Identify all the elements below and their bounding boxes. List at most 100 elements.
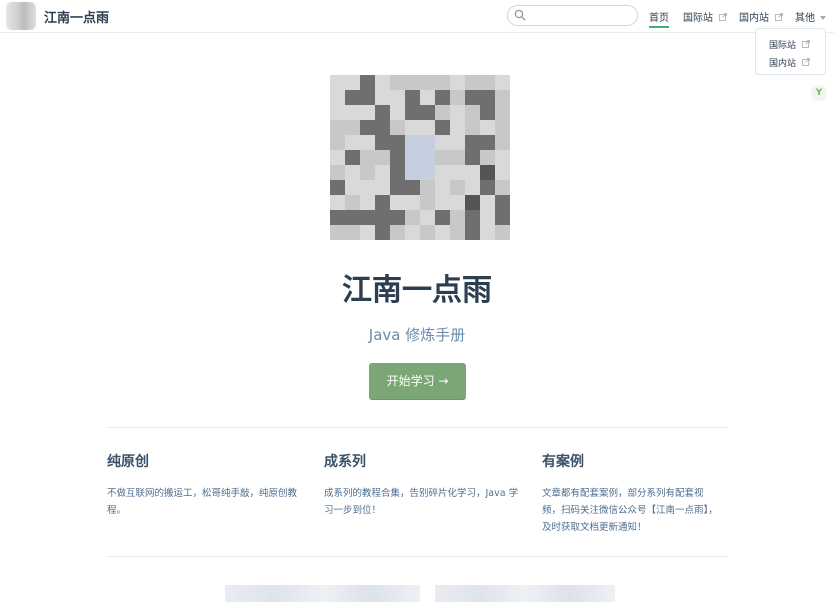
mosaic-cell (420, 195, 435, 210)
site-name[interactable]: 江南一点雨 (44, 7, 109, 26)
mosaic-cell (360, 150, 375, 165)
dropdown-item-domestic[interactable]: 国内站 (769, 56, 810, 69)
mosaic-cell (390, 120, 405, 135)
mosaic-cell (405, 105, 420, 120)
mosaic-cell (450, 165, 465, 180)
mosaic-cell (480, 195, 495, 210)
mosaic-cell (495, 105, 510, 120)
divider (107, 427, 727, 428)
mosaic-cell (495, 150, 510, 165)
dropdown-item-label: 国内站 (769, 59, 797, 69)
mosaic-cell (390, 195, 405, 210)
hero-title: 江南一点雨 (342, 273, 492, 308)
nav-international[interactable]: 国际站 (683, 9, 728, 24)
mosaic-cell (450, 75, 465, 90)
mosaic-cell (465, 135, 480, 150)
search-icon (514, 9, 526, 21)
mosaic-cell (495, 135, 510, 150)
feature-series: 成系列 成系列的教程合集，告别碎片化学习，Java 学习一步到位！ (324, 451, 519, 519)
mosaic-cell (345, 135, 360, 150)
nav-home-label: 首页 (649, 13, 669, 24)
mosaic-cell (345, 180, 360, 195)
mosaic-cell (420, 75, 435, 90)
mosaic-cell (450, 210, 465, 225)
site-logo[interactable] (6, 2, 36, 30)
mosaic-cell (465, 150, 480, 165)
feature-title: 有案例 (542, 454, 584, 470)
search-input[interactable] (507, 5, 638, 26)
nav-home[interactable]: 首页 (649, 9, 669, 28)
side-badge-icon[interactable]: Y (811, 85, 827, 101)
mosaic-cell (420, 165, 435, 180)
mosaic-cell (480, 75, 495, 90)
dropdown-item-label: 国际站 (769, 41, 797, 51)
mosaic-cell (360, 225, 375, 240)
mosaic-cell (465, 90, 480, 105)
mosaic-cell (405, 120, 420, 135)
mosaic-cell (375, 135, 390, 150)
mosaic-cell (420, 180, 435, 195)
mosaic-cell (330, 135, 345, 150)
mosaic-cell (345, 105, 360, 120)
mosaic-cell (495, 210, 510, 225)
mosaic-cell (330, 180, 345, 195)
nav-domestic[interactable]: 国内站 (739, 9, 784, 24)
mosaic-cell (435, 195, 450, 210)
mosaic-cell (345, 90, 360, 105)
mosaic-cell (360, 210, 375, 225)
mosaic-cell (495, 90, 510, 105)
mosaic-cell (390, 210, 405, 225)
mosaic-cell (330, 105, 345, 120)
mosaic-cell (375, 165, 390, 180)
mosaic-cell (390, 105, 405, 120)
mosaic-cell (360, 90, 375, 105)
mosaic-cell (375, 180, 390, 195)
mosaic-cell (480, 180, 495, 195)
start-learning-button[interactable]: 开始学习 → (369, 363, 466, 400)
mosaic-cell (465, 120, 480, 135)
mosaic-cell (330, 210, 345, 225)
mosaic-cell (435, 105, 450, 120)
navbar: 江南一点雨 首页 国际站 国内站 其他 (0, 0, 834, 33)
mosaic-cell (465, 195, 480, 210)
feature-original: 纯原创 不做互联网的搬运工，松哥纯手敲，纯原创教程。 (107, 451, 302, 519)
mosaic-cell (375, 195, 390, 210)
mosaic-cell (420, 135, 435, 150)
hero-image (330, 75, 510, 240)
mosaic-cell (330, 90, 345, 105)
mosaic-cell (360, 75, 375, 90)
mosaic-cell (450, 180, 465, 195)
mosaic-cell (375, 90, 390, 105)
external-link-icon (801, 58, 810, 66)
mosaic-cell (405, 135, 420, 150)
mosaic-cell (390, 75, 405, 90)
mosaic-cell (330, 165, 345, 180)
external-link-icon (801, 40, 810, 48)
mosaic-cell (390, 180, 405, 195)
footer-image (225, 585, 420, 602)
mosaic-cell (420, 150, 435, 165)
mosaic-cell (450, 225, 465, 240)
nav-domestic-label: 国内站 (739, 13, 769, 24)
mosaic-cell (480, 150, 495, 165)
nav-other-dropdown[interactable]: 其他 (795, 9, 826, 24)
mosaic-cell (465, 180, 480, 195)
mosaic-cell (495, 225, 510, 240)
mosaic-cell (375, 75, 390, 90)
chevron-down-icon (820, 16, 826, 20)
mosaic-cell (390, 165, 405, 180)
mosaic-cell (480, 135, 495, 150)
feature-title: 纯原创 (107, 454, 149, 470)
mosaic-cell (450, 120, 465, 135)
external-link-icon (775, 13, 784, 21)
dropdown-item-international[interactable]: 国际站 (769, 38, 810, 51)
mosaic-cell (480, 120, 495, 135)
mosaic-cell (420, 225, 435, 240)
mosaic-cell (405, 180, 420, 195)
mosaic-cell (345, 225, 360, 240)
mosaic-cell (435, 90, 450, 105)
mosaic-cell (435, 225, 450, 240)
mosaic-cell (360, 105, 375, 120)
mosaic-cell (450, 195, 465, 210)
mosaic-cell (330, 120, 345, 135)
